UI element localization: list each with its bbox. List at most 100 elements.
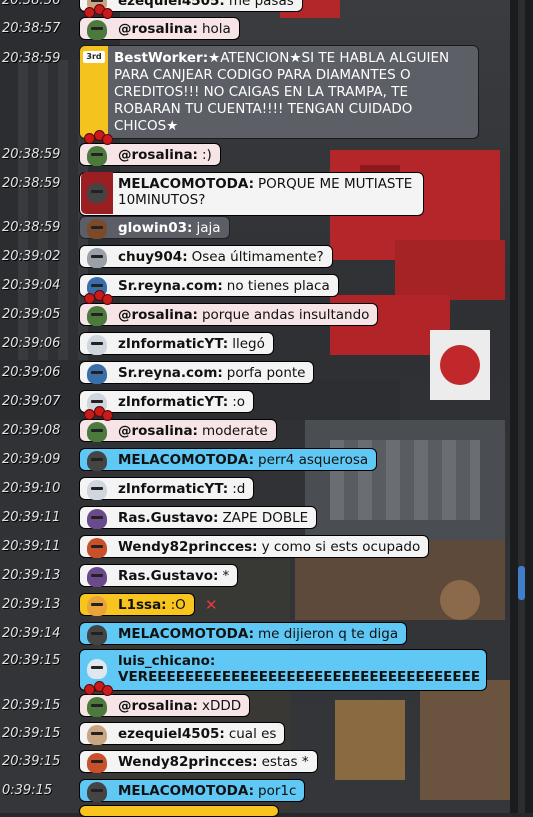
chat-username[interactable]: MELACOMOTODA: (118, 626, 254, 642)
chat-bubble[interactable]: ezequiel4505: cual es (79, 722, 286, 747)
chat-bubble[interactable]: Wendy82princces: estas * (79, 750, 318, 773)
chat-message: por1c (258, 782, 297, 799)
chat-timestamp: 20:39:04 (2, 278, 61, 293)
chat-message-line1: MELACOMOTODA: PORQUE ME MUTIASTE (118, 176, 412, 192)
chat-message: VEREEEEEEEEEEEEEEEEEEEEEEEEEEEEEEEEEEEE (118, 669, 481, 685)
chat-username[interactable]: Ras.Gustavo: (118, 510, 218, 526)
chat-timestamp: 20:39:11 (2, 510, 61, 525)
chat-timestamp: 20:39:06 (2, 365, 61, 380)
chat-timestamp: 20:39:07 (2, 394, 61, 409)
chat-username[interactable]: Wendy82princces: (118, 754, 258, 770)
chat-message: moderate (201, 422, 268, 439)
chat-bubble[interactable]: @rosalina: xDDD (79, 681, 251, 719)
yellow-avatar[interactable] (81, 593, 113, 618)
chat-timestamp: 20:39:02 (2, 249, 61, 264)
chat-message: Osea últimamente? (191, 248, 324, 265)
chat-username[interactable]: zInformaticYT: (118, 481, 228, 497)
announcement-bubble[interactable]: 3rd BestWorker:★ATENCION★SI TE HABLA ALG… (79, 45, 479, 139)
chat-bubble[interactable]: glowin03: jaja (79, 216, 230, 239)
chat-username[interactable]: ezequiel4505: (118, 0, 225, 9)
chat-username[interactable]: Sr.reyna.com: (118, 278, 223, 294)
chat-timestamp: 20:38:59 (2, 51, 61, 66)
chat-message: no tienes placa (226, 277, 330, 294)
chat-username[interactable]: @rosalina: (118, 698, 198, 714)
announcement-username[interactable]: BestWorker: (114, 50, 208, 66)
chat-username[interactable]: Sr.reyna.com: (118, 365, 223, 381)
chat-username[interactable]: ezequiel4505: (118, 726, 225, 742)
announcement-strip: 3rd (80, 46, 108, 138)
chat-bubble[interactable]: Ras.Gustavo: ZAPE DOBLE (79, 506, 318, 531)
red-cap-avatar[interactable] (81, 722, 113, 747)
chat-bubble[interactable]: chuy904: Osea últimamente? (79, 245, 333, 268)
chat-bubble[interactable]: Ras.Gustavo: * (79, 564, 239, 589)
chat-username[interactable]: @rosalina: (118, 147, 198, 163)
dark-helmet-avatar[interactable] (81, 622, 113, 647)
chat-bubble[interactable]: Sr.reyna.com: porfa ponte (79, 361, 315, 386)
purple-hat-avatar[interactable] (81, 506, 113, 531)
chat-bubble[interactable]: MELACOMOTODA: me dijieron q te diga (79, 622, 408, 647)
chat-timestamp: 0:39:15 (2, 783, 53, 798)
chat-bubble[interactable]: @rosalina: moderate (79, 406, 277, 444)
chat-username[interactable]: @rosalina: (118, 307, 198, 323)
chat-username[interactable]: @rosalina: (118, 21, 198, 37)
dark-helmet-avatar[interactable] (81, 172, 113, 214)
chat-message: me dijieron q te diga (258, 625, 399, 642)
chat-bubble-partial[interactable] (79, 805, 279, 817)
chat-message: :d (232, 480, 246, 497)
dark-helmet-avatar[interactable] (81, 779, 113, 804)
red-hair-avatar[interactable] (81, 535, 113, 560)
chat-username[interactable]: MELACOMOTODA: (118, 452, 254, 468)
chat-bubble[interactable]: @rosalina: :) (79, 130, 221, 168)
chat-username[interactable]: Wendy82princces: (118, 539, 258, 555)
chat-timestamp: 20:38:59 (2, 147, 61, 162)
chat-bubble[interactable]: luis_chicano: VEREEEEEEEEEEEEEEEEEEEEEEE… (79, 649, 487, 691)
chat-scrollbar[interactable] (510, 0, 533, 813)
chat-log: 20:38:56 ezequiel4505: me pasas 20:38:57… (0, 0, 510, 817)
chat-timestamp: 20:39:15 (2, 698, 61, 713)
brown-hair-avatar[interactable] (81, 216, 113, 241)
chat-timestamp: 20:38:56 (2, 0, 61, 8)
white-hair-avatar[interactable] (81, 332, 113, 357)
red-hair-avatar[interactable] (81, 750, 113, 775)
chat-username[interactable]: Ras.Gustavo: (118, 568, 218, 584)
chat-username[interactable]: glowin03: (118, 220, 192, 236)
chat-bubble[interactable]: MELACOMOTODA: por1c (79, 779, 306, 804)
chat-bubble[interactable]: Sr.reyna.com: no tienes placa (79, 274, 339, 297)
chat-username[interactable]: L1ssa: (118, 597, 167, 613)
gray-hat-avatar[interactable] (81, 245, 113, 270)
chat-timestamp: 20:39:05 (2, 307, 61, 322)
chat-bubble[interactable]: L1ssa: :O (79, 593, 195, 616)
chat-timestamp: 20:39:10 (2, 481, 61, 496)
chat-username[interactable]: MELACOMOTODA: (118, 176, 254, 192)
red-flower-avatar[interactable] (81, 290, 113, 328)
scroll-track[interactable] (518, 0, 525, 813)
chat-bubble[interactable]: zInformaticYT: :d (79, 477, 255, 502)
blue-cap-avatar[interactable] (81, 361, 113, 386)
close-icon[interactable]: ✕ (205, 596, 218, 614)
red-flower-avatar[interactable] (81, 681, 113, 719)
red-flower-avatar[interactable] (81, 130, 113, 168)
chat-username[interactable]: zInformaticYT: (118, 336, 228, 352)
dark-helmet-avatar[interactable] (81, 448, 113, 473)
chat-timestamp: 20:38:59 (2, 176, 61, 191)
chat-bubble[interactable]: @rosalina: porque andas insultando (79, 290, 379, 328)
red-flower-avatar[interactable] (81, 406, 113, 444)
purple-hat-avatar[interactable] (81, 564, 113, 589)
chat-bubble[interactable]: MELACOMOTODA: PORQUE ME MUTIASTE 10MINUTO… (79, 172, 424, 216)
worker-badge-icon: 3rd (83, 51, 105, 63)
chat-bubble[interactable]: @rosalina: hola (79, 4, 240, 42)
red-flower-avatar[interactable] (81, 4, 113, 42)
chat-timestamp: 20:39:08 (2, 423, 61, 438)
announcement-text: BestWorker:★ATENCION★SI TE HABLA ALGUIEN… (114, 50, 470, 135)
white-hair-avatar[interactable] (81, 477, 113, 502)
chat-bubble[interactable]: MELACOMOTODA: perr4 asquerosa (79, 448, 378, 473)
chat-username[interactable]: zInformaticYT: (118, 394, 228, 410)
chat-bubble[interactable]: Wendy82princces: y como si ests ocupado (79, 535, 430, 560)
chat-bubble[interactable]: zInformaticYT: llegó (79, 332, 274, 355)
chat-message: * (222, 567, 230, 584)
chat-username[interactable]: chuy904: (118, 249, 188, 265)
scroll-thumb[interactable] (518, 566, 525, 600)
chat-username[interactable]: luis_chicano: (118, 653, 215, 669)
chat-username[interactable]: @rosalina: (118, 423, 198, 439)
chat-username[interactable]: MELACOMOTODA: (118, 783, 254, 799)
